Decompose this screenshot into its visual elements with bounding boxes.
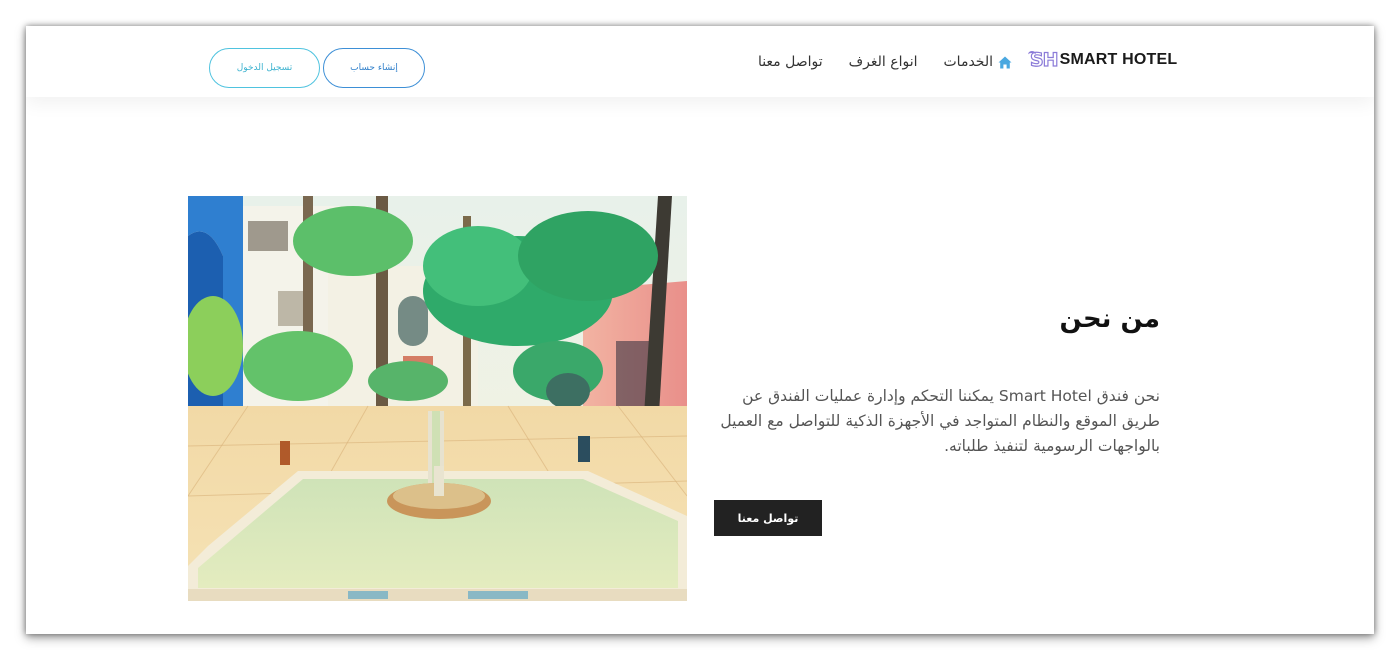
about-description: نحن فندق Smart Hotel يمكننا التحكم وإدار… bbox=[720, 387, 1160, 455]
nav-item-services[interactable]: الخدمات bbox=[944, 54, 1013, 70]
nav-item-label: تواصل معنا bbox=[757, 54, 823, 70]
logo-text: SMART HOTEL bbox=[1059, 51, 1178, 68]
auth-buttons: تسجيل الدخول إنشاء حساب bbox=[209, 48, 425, 88]
nav-item-contact[interactable]: تواصل معنا bbox=[758, 54, 823, 70]
nav-links: الخدمات انواع الغرف تواصل معنا bbox=[732, 52, 1012, 72]
logo[interactable]: SH SMART HOTEL bbox=[1028, 48, 1178, 72]
page-frame: SH SMART HOTEL الخدمات انواع الغرف تواصل… bbox=[26, 26, 1374, 634]
home-icon bbox=[998, 56, 1012, 69]
about-title: من نحن bbox=[1059, 304, 1160, 334]
logo-mark: SH bbox=[1028, 48, 1059, 72]
navbar: SH SMART HOTEL الخدمات انواع الغرف تواصل… bbox=[26, 26, 1374, 97]
login-button[interactable]: تسجيل الدخول bbox=[209, 48, 320, 88]
courtyard-photo bbox=[188, 196, 687, 601]
signup-button[interactable]: إنشاء حساب bbox=[323, 48, 425, 88]
nav-item-label: الخدمات bbox=[943, 54, 994, 70]
contact-button[interactable]: تواصل معنا bbox=[714, 500, 822, 536]
nav-item-label: انواع الغرف bbox=[848, 54, 918, 70]
nav-item-room-types[interactable]: انواع الغرف bbox=[849, 54, 918, 70]
